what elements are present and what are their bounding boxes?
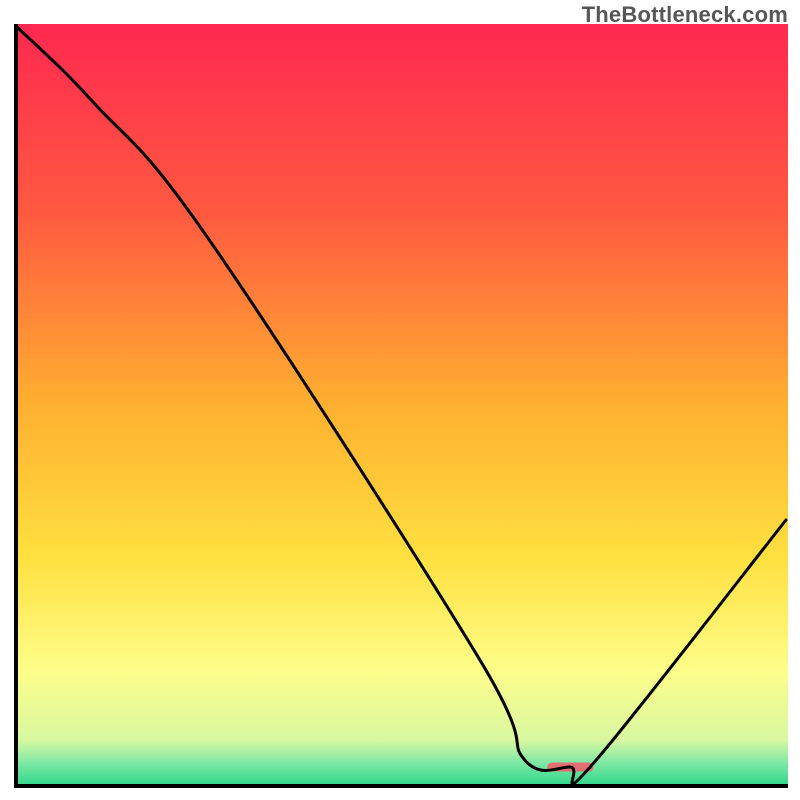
gradient-background (16, 24, 788, 786)
plot-area (14, 24, 788, 788)
chart-frame: TheBottleneck.com (0, 0, 800, 800)
chart-svg (14, 24, 788, 788)
